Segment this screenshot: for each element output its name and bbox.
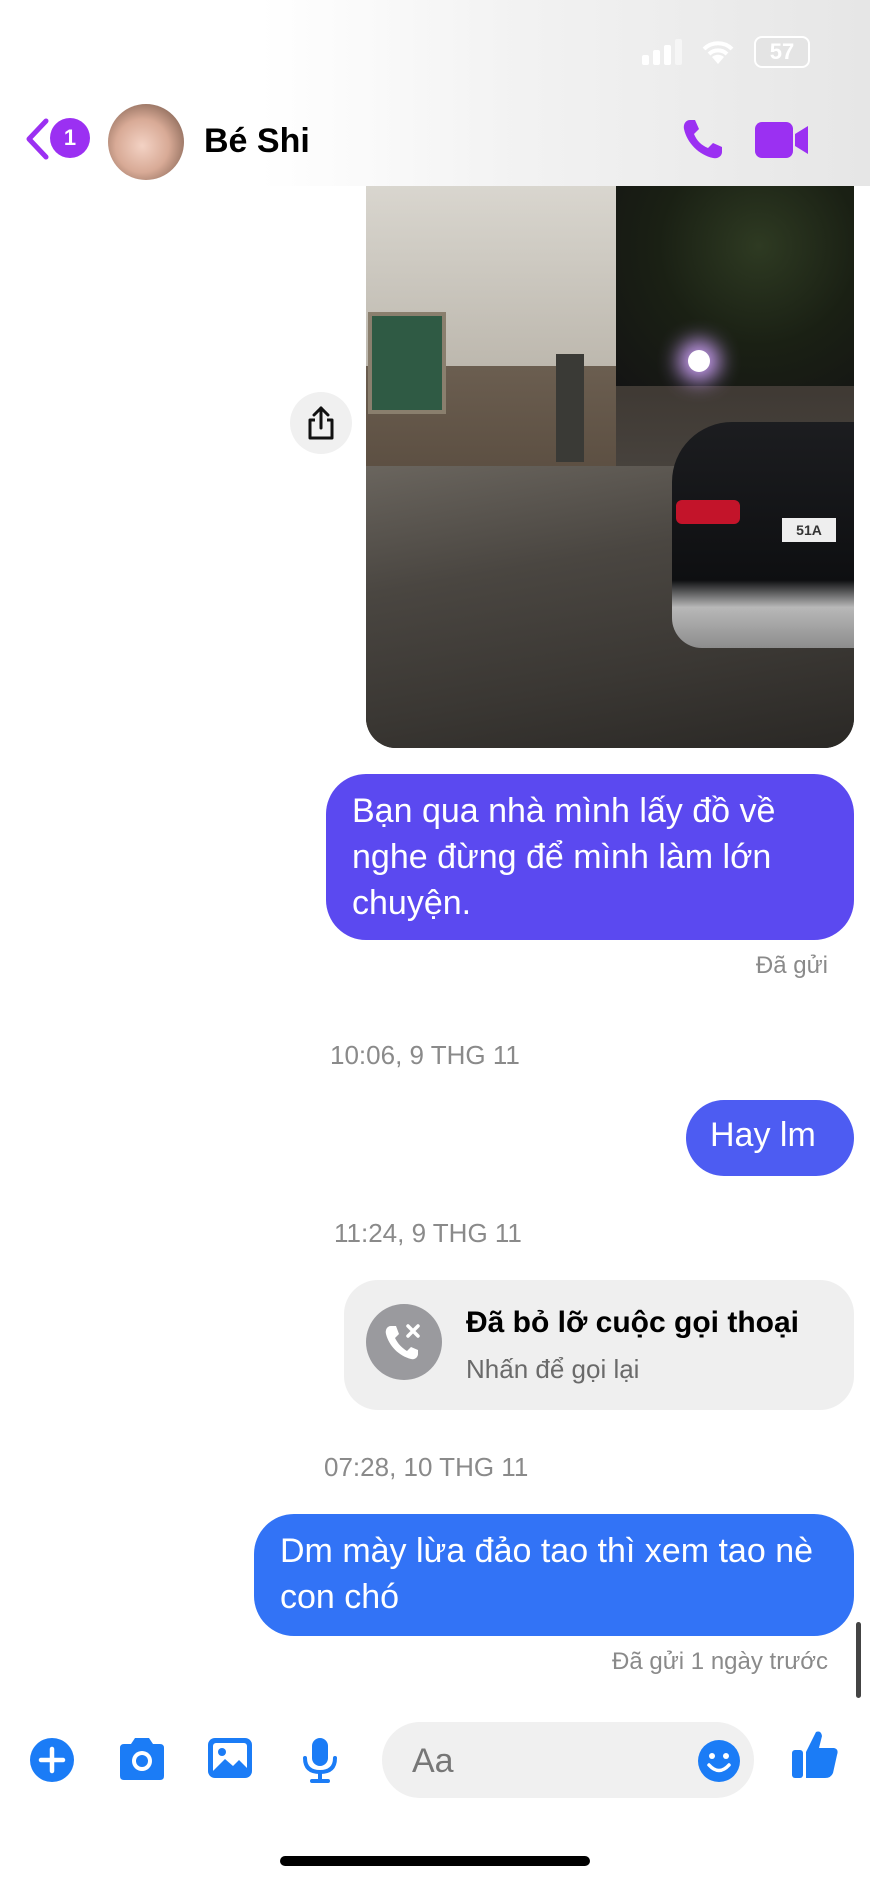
camera-icon — [120, 1738, 164, 1780]
missed-call-title: Đã bỏ lỡ cuộc gọi thoại — [466, 1306, 800, 1339]
message-input-placeholder: Aa — [412, 1742, 454, 1780]
thumbs-up-icon — [792, 1731, 838, 1778]
microphone-button[interactable] — [300, 1736, 340, 1789]
camera-button[interactable] — [116, 1736, 168, 1787]
message-bubble[interactable]: Hay lm — [686, 1100, 854, 1176]
photo-tree — [616, 186, 854, 386]
add-button[interactable] — [28, 1736, 76, 1789]
gallery-button[interactable] — [206, 1736, 254, 1785]
scrollbar[interactable] — [856, 1622, 861, 1698]
video-call-button[interactable] — [754, 120, 810, 165]
photo-license-plate: 51A — [782, 518, 836, 542]
avatar[interactable] — [108, 104, 184, 180]
share-icon — [308, 406, 334, 440]
missed-call-subtitle: Nhấn để gọi lại — [466, 1354, 640, 1384]
photo-door — [556, 354, 584, 462]
timestamp: 10:06, 9 THG 11 — [330, 1040, 520, 1070]
timestamp: 11:24, 9 THG 11 — [334, 1218, 522, 1248]
back-chevron-icon — [26, 118, 49, 160]
contact-name[interactable]: Bé Shi — [204, 122, 310, 161]
photo-taillight — [676, 500, 740, 524]
missed-call-card[interactable]: Đã bỏ lỡ cuộc gọi thoại Nhấn để gọi lại — [344, 1280, 854, 1410]
emoji-icon[interactable] — [696, 1738, 742, 1784]
photo-street-light — [688, 350, 710, 372]
status-bar-icons: 57 — [642, 36, 810, 68]
message-status: Đã gửi — [755, 952, 828, 979]
share-button[interactable] — [290, 392, 352, 454]
signal-icon — [642, 39, 682, 65]
plus-icon — [30, 1738, 74, 1782]
message-input[interactable]: Aa — [382, 1722, 754, 1798]
video-camera-icon — [755, 122, 808, 158]
message-status: Đã gửi 1 ngày trước — [612, 1648, 828, 1675]
missed-call-icon — [366, 1304, 442, 1380]
wifi-icon — [702, 41, 734, 64]
unread-badge[interactable]: 1 — [50, 118, 90, 158]
microphone-icon — [303, 1738, 337, 1783]
voice-call-button[interactable] — [680, 116, 726, 167]
message-bubble[interactable]: Bạn qua nhà mình lấy đồ về nghe đừng để … — [326, 774, 854, 940]
photo-window — [368, 312, 446, 414]
gallery-icon — [208, 1738, 252, 1778]
photo-message[interactable]: 51A — [366, 186, 854, 748]
message-bubble[interactable]: Dm mày lừa đảo tao thì xem tao nè con ch… — [254, 1514, 854, 1636]
battery-indicator: 57 — [754, 36, 810, 68]
back-button[interactable] — [24, 118, 50, 165]
home-indicator — [280, 1856, 590, 1866]
phone-icon — [683, 120, 722, 159]
like-button[interactable] — [790, 1728, 840, 1785]
timestamp: 07:28, 10 THG 11 — [324, 1452, 529, 1482]
